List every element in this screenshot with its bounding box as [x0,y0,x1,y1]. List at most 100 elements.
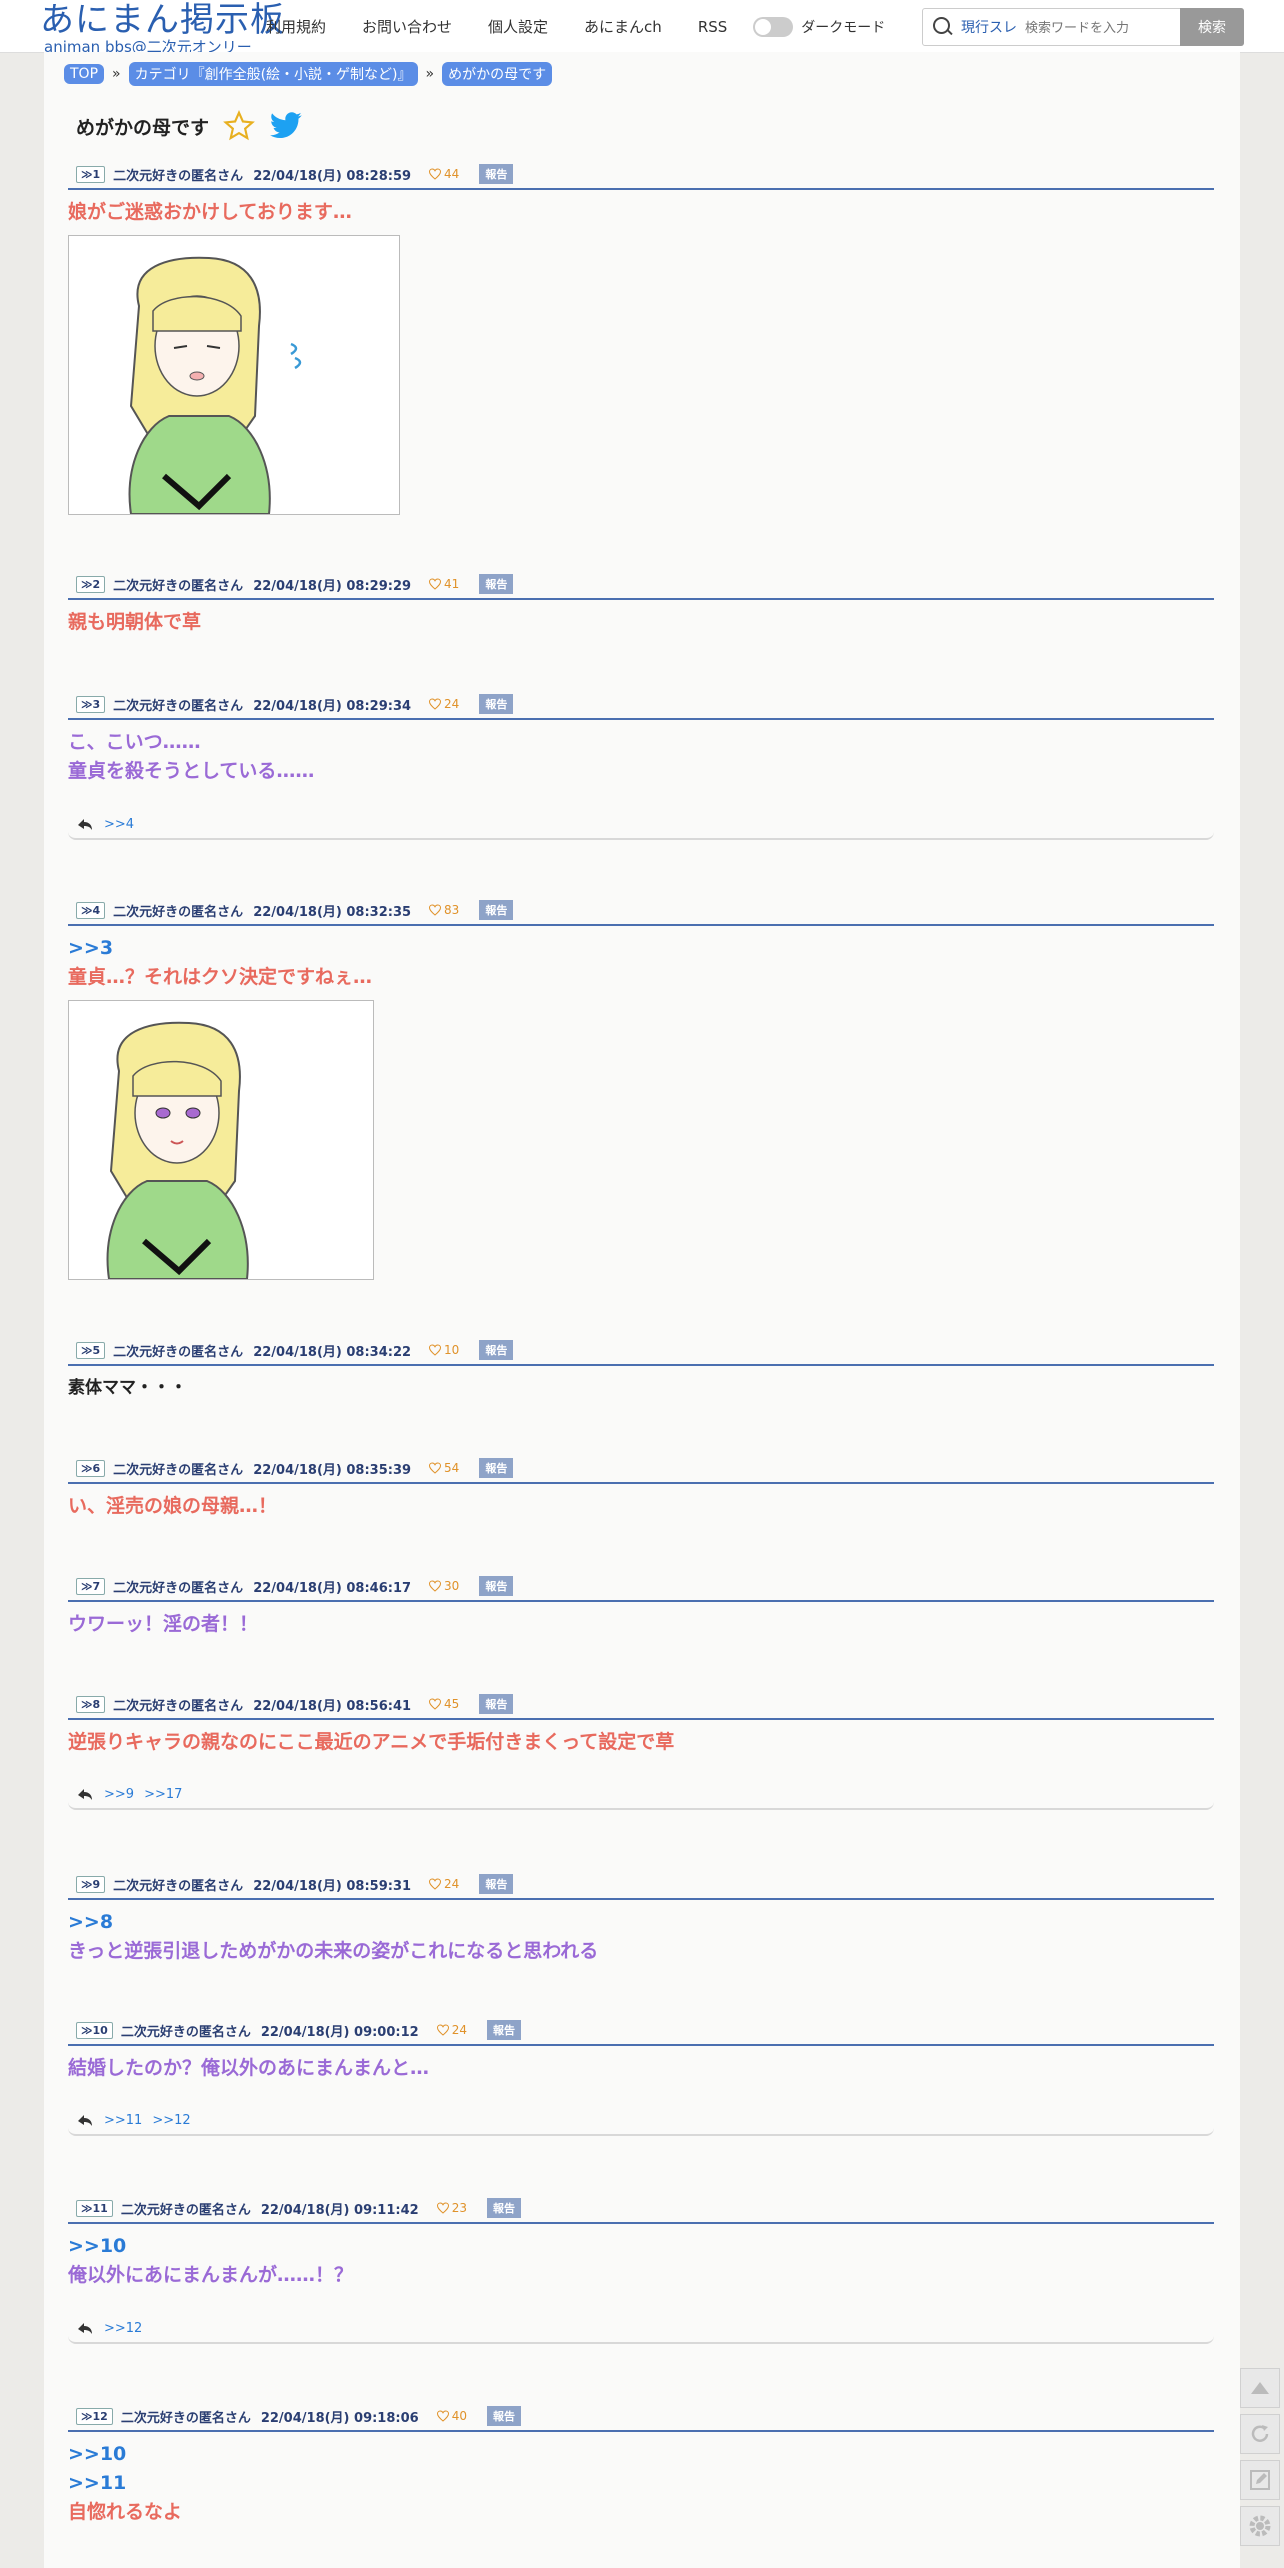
refresh-icon [1251,2425,1269,2442]
post-text: い、淫売の娘の母親…！ [68,1495,278,1517]
post-number[interactable]: ≫8 [76,1695,106,1713]
reply-link[interactable]: >>9 [104,1787,134,1802]
like-button[interactable]: 40 [436,2409,467,2423]
compose-button[interactable] [1240,2460,1280,2500]
post-image[interactable] [68,235,400,515]
reply-link[interactable]: >>4 [104,817,134,832]
reload-button[interactable] [1240,2414,1280,2454]
like-count: 41 [444,577,460,591]
heart-icon [436,2024,449,2036]
anchor-link[interactable]: >>8 [68,1908,1214,1937]
like-button[interactable]: 83 [429,903,459,917]
anchor-link[interactable]: >>3 [68,934,1214,963]
report-button[interactable]: 報告 [479,1694,514,1714]
report-button[interactable]: 報告 [486,2406,521,2426]
breadcrumb-top[interactable]: TOP [64,64,105,84]
report-button[interactable]: 報告 [479,1576,514,1596]
nav-animanch[interactable]: あにまんch [584,16,662,37]
like-button[interactable]: 24 [429,697,459,711]
post-date: 22/04/18(月) 08:29:29 [253,578,412,594]
report-button[interactable]: 報告 [479,1874,514,1894]
like-button[interactable]: 45 [429,1697,459,1711]
heart-icon [429,698,442,710]
settings-button[interactable] [1240,2506,1280,2546]
logo-title[interactable]: あにまん掲示板 [40,0,285,40]
anchor-link[interactable]: >>11 [68,2469,1214,2498]
search-input[interactable] [1023,18,1177,36]
reply-link[interactable]: >>12 [104,2321,142,2336]
nav-rss[interactable]: RSS [698,18,727,36]
breadcrumb-category[interactable]: カテゴリ『創作全般(絵・小説・ゲ制など)』 [128,62,418,86]
breadcrumb-thread[interactable]: めがかの母です [442,62,553,86]
report-button[interactable]: 報告 [486,2198,521,2218]
post-header: ≫11 二次元好きの匿名さん 22/04/18(月) 09:11:42 23 報… [68,2194,1214,2224]
site-logo[interactable]: あにまん掲示板 animan bbs@二次元オンリー [40,0,285,55]
like-count: 40 [451,2409,467,2423]
heart-icon [429,1344,442,1356]
anchor-link[interactable]: >>10 [68,2440,1214,2469]
report-button[interactable]: 報告 [479,574,514,594]
dark-mode-toggle[interactable] [753,16,794,37]
like-count: 23 [451,2201,467,2215]
report-button[interactable]: 報告 [486,2020,521,2040]
nav-terms[interactable]: 利用規約 [266,16,326,37]
like-button[interactable]: 24 [436,2023,467,2037]
post-date: 22/04/18(月) 08:32:35 [253,904,412,920]
post-number[interactable]: ≫9 [76,1875,106,1893]
like-count: 44 [444,167,460,181]
poster-name: 二次元好きの匿名さん [113,904,244,920]
twitter-share-icon[interactable] [269,111,303,141]
scroll-top-button[interactable] [1240,2368,1280,2408]
breadcrumb: TOP » カテゴリ『創作全般(絵・小説・ゲ制など)』 » めがかの母です [64,62,553,86]
like-button[interactable]: 10 [429,1343,459,1357]
report-button[interactable]: 報告 [479,164,514,184]
post-number[interactable]: ≫4 [76,901,106,919]
like-button[interactable]: 24 [429,1877,459,1891]
post-number[interactable]: ≫6 [76,1459,106,1477]
post-number[interactable]: ≫2 [76,575,106,593]
like-button[interactable]: 30 [429,1579,459,1593]
reply-link[interactable]: >>12 [152,2113,190,2128]
post-image[interactable] [68,1000,374,1280]
favorite-star-icon[interactable] [223,110,255,142]
reply-arrow-icon [78,819,92,830]
poster-name: 二次元好きの匿名さん [113,1878,244,1894]
search-scope-select[interactable]: 現行スレ [961,17,1017,37]
post-number[interactable]: ≫7 [76,1577,106,1595]
heart-icon [429,168,442,180]
post-number[interactable]: ≫3 [76,695,106,713]
reply-links: >>4 [68,810,1214,840]
post-header: ≫1 二次元好きの匿名さん 22/04/18(月) 08:28:59 44 報告 [68,160,1214,190]
nav-contact[interactable]: お問い合わせ [362,16,452,37]
post-text: 自惚れるなよ [68,2501,183,2523]
nav-settings[interactable]: 個人設定 [488,16,548,37]
like-button[interactable]: 41 [429,577,459,591]
poster-name: 二次元好きの匿名さん [113,168,244,184]
poster-name: 二次元好きの匿名さん [120,2202,251,2218]
post-number[interactable]: ≫5 [76,1341,106,1359]
reply-link[interactable]: >>17 [144,1787,182,1802]
like-count: 24 [451,2023,467,2037]
like-count: 83 [444,903,460,917]
report-button[interactable]: 報告 [479,900,514,920]
like-button[interactable]: 54 [429,1461,459,1475]
post-number[interactable]: ≫10 [76,2021,113,2039]
anchor-link[interactable]: >>10 [68,2232,1214,2261]
like-button[interactable]: 23 [436,2201,467,2215]
search-button[interactable]: 検索 [1180,8,1244,46]
reply-link[interactable]: >>11 [104,2113,142,2128]
poster-name: 二次元好きの匿名さん [113,1698,244,1714]
poster-name: 二次元好きの匿名さん [113,578,244,594]
post-number[interactable]: ≫12 [76,2407,113,2425]
like-button[interactable]: 44 [429,167,459,181]
post-number[interactable]: ≫11 [76,2199,113,2217]
poster-name: 二次元好きの匿名さん [120,2410,251,2426]
post-text: 童貞…？それはクソ決定ですねぇ… [68,966,373,988]
post-header: ≫7 二次元好きの匿名さん 22/04/18(月) 08:46:17 30 報告 [68,1572,1214,1602]
report-button[interactable]: 報告 [479,1458,514,1478]
post-number[interactable]: ≫1 [76,165,106,183]
report-button[interactable]: 報告 [479,694,514,714]
post-date: 22/04/18(月) 09:18:06 [260,2410,419,2426]
report-button[interactable]: 報告 [479,1340,514,1360]
poster-name: 二次元好きの匿名さん [113,698,244,714]
